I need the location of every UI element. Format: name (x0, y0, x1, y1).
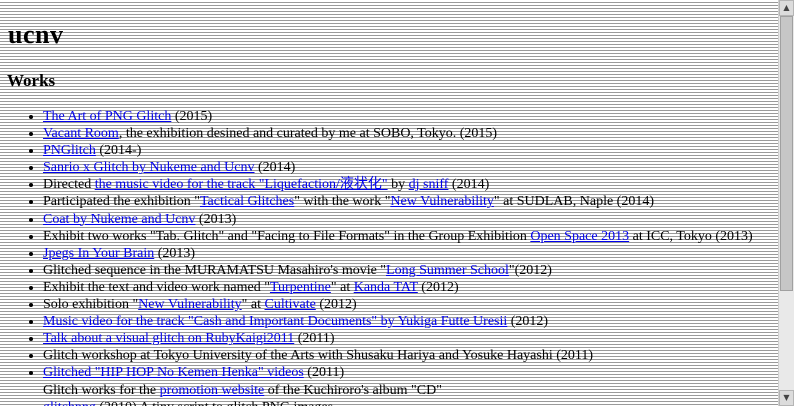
works-list-item: Jpegs In Your Brain (2013) (43, 245, 778, 262)
works-list-item: Vacant Room, the exhibition desined and … (43, 125, 778, 142)
vertical-scrollbar[interactable]: ▲ ▼ (778, 0, 794, 406)
works-list: The Art of PNG Glitch (2015)Vacant Room,… (0, 108, 778, 406)
work-text: at ICC, Tokyo (2013) (629, 228, 753, 244)
work-text: Glitch workshop at Tokyo University of t… (43, 348, 594, 364)
work-link[interactable]: Kanda TAT (354, 280, 418, 295)
work-text: , the exhibition desined and curated by … (118, 126, 498, 142)
works-list-item: Coat by Nukeme and Ucnv (2013) (43, 211, 778, 228)
works-list-item: Talk about a visual glitch on RubyKaigi2… (43, 330, 778, 347)
scroll-up-arrow-icon[interactable]: ▲ (779, 0, 794, 16)
work-link[interactable]: Music video for the track "Cash and Impo… (43, 314, 507, 329)
works-list-item: Exhibit the text and video work named "T… (43, 279, 778, 296)
work-link[interactable]: glitchpng (43, 400, 96, 406)
work-text: (2014) (448, 177, 490, 193)
work-text: (2013) (195, 211, 237, 227)
work-text: Exhibit two works "Tab. Glitch" and "Fac… (43, 228, 531, 244)
work-link[interactable]: Sanrio x Glitch by Nukeme and Ucnv (43, 160, 255, 175)
scrollbar-thumb[interactable] (780, 16, 793, 291)
work-text: " at (241, 297, 265, 313)
work-text: " at (330, 279, 354, 295)
work-text: (2012) (507, 314, 549, 330)
work-link[interactable]: New Vulnerability (390, 194, 494, 209)
work-text: " at SUDLAB, Naple (2014) (493, 194, 654, 210)
work-link[interactable]: Jpegs In Your Brain (43, 246, 154, 261)
work-link[interactable]: Turpentine (270, 280, 331, 295)
works-list-item: Sanrio x Glitch by Nukeme and Ucnv (2014… (43, 159, 778, 176)
work-text: (2015) (171, 109, 213, 124)
work-text: (2013) (154, 245, 196, 261)
works-heading: Works (7, 71, 56, 90)
work-link[interactable]: PNGlitch (43, 143, 96, 158)
work-link[interactable]: Open Space 2013 (530, 229, 629, 244)
works-list-item: Glitched "HIP HOP No Kemen Henka" videos… (43, 364, 778, 381)
works-list-item: Solo exhibition "New Vulnerability" at C… (43, 296, 778, 313)
work-link[interactable]: dj sniff (409, 177, 449, 192)
work-text: by (387, 177, 409, 193)
works-list-item: Glitch works for the promotion website o… (43, 382, 778, 399)
work-text: Glitched sequence in the MURAMATSU Masah… (43, 262, 387, 278)
works-list-item: Directed the music video for the track "… (43, 176, 778, 193)
works-list-item: glitchpng (2010) A tiny script to glitch… (43, 399, 778, 406)
work-text: (2012) (417, 279, 459, 295)
page-content: ucnv Works The Art of PNG Glitch (2015)V… (0, 0, 778, 406)
works-list-item: Glitched sequence in the MURAMATSU Masah… (43, 262, 778, 279)
work-link[interactable]: promotion website (160, 383, 265, 398)
work-text: of the Kuchiroro's album "CD" (264, 382, 442, 398)
works-list-item: The Art of PNG Glitch (2015) (43, 108, 778, 125)
scroll-down-arrow-icon[interactable]: ▼ (779, 390, 794, 406)
works-list-item: PNGlitch (2014-) (43, 142, 778, 159)
work-link[interactable]: the music video for the track "Liquefact… (95, 177, 388, 192)
work-link[interactable]: Cultivate (265, 297, 316, 312)
works-list-item: Glitch workshop at Tokyo University of t… (43, 347, 778, 364)
work-link[interactable]: Glitched "HIP HOP No Kemen Henka" videos (43, 365, 304, 380)
work-link[interactable]: Coat by Nukeme and Ucnv (43, 212, 195, 227)
work-link[interactable]: New Vulnerability (138, 297, 242, 312)
work-text: (2011) (303, 365, 345, 381)
works-list-item: Participated the exhibition "Tactical Gl… (43, 193, 778, 210)
works-list-item: Exhibit two works "Tab. Glitch" and "Fac… (43, 228, 778, 245)
work-text: Solo exhibition " (43, 297, 139, 313)
work-link[interactable]: Long Summer School (386, 263, 509, 278)
work-link[interactable]: Tactical Glitches (200, 194, 294, 209)
work-text: Glitch works for the (43, 382, 160, 398)
works-list-item: Music video for the track "Cash and Impo… (43, 313, 778, 330)
work-text: Exhibit the text and video work named " (43, 279, 270, 295)
work-link[interactable]: Vacant Room (43, 126, 119, 141)
work-text: "(2012) (508, 262, 552, 278)
work-text: Directed (43, 177, 95, 193)
work-link[interactable]: Talk about a visual glitch on RubyKaigi2… (43, 331, 294, 346)
work-text: (2014-) (95, 143, 142, 159)
work-text: Participated the exhibition " (43, 194, 200, 210)
work-text: (2012) (315, 297, 357, 313)
work-link[interactable]: The Art of PNG Glitch (43, 109, 171, 124)
page-title: ucnv (8, 20, 64, 49)
work-text: " with the work " (294, 194, 391, 210)
work-text: (2011) (294, 331, 335, 347)
work-text: (2010) A tiny script to glitch PNG image… (96, 400, 333, 406)
work-text: (2014) (254, 160, 296, 176)
